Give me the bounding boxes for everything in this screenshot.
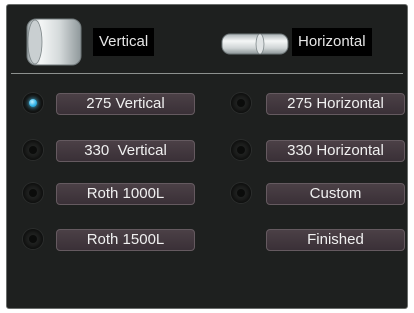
horizontal-tank-icon (221, 33, 289, 55)
vertical-tank-icon (26, 18, 82, 66)
option-275-horizontal[interactable]: 275 Horizontal (266, 93, 405, 115)
radio-roth-1500l[interactable] (23, 229, 43, 249)
radio-indicator (29, 235, 37, 243)
radio-indicator (29, 99, 37, 107)
option-roth-1500l[interactable]: Roth 1500L (56, 229, 195, 251)
radio-275-vertical[interactable] (23, 93, 43, 113)
radio-275-horizontal[interactable] (231, 93, 251, 113)
vertical-type-label: Vertical (93, 28, 155, 56)
radio-roth-1000l[interactable] (23, 183, 43, 203)
radio-330-vertical[interactable] (23, 140, 43, 160)
option-roth-1000l[interactable]: Roth 1000L (56, 183, 195, 205)
radio-330-horizontal[interactable] (231, 140, 251, 160)
option-275-vertical[interactable]: 275 Vertical (56, 93, 195, 115)
horizontal-type-label: Horizontal (292, 28, 372, 56)
radio-custom[interactable] (231, 183, 251, 203)
radio-indicator (29, 146, 37, 154)
radio-indicator (237, 99, 245, 107)
radio-indicator (29, 189, 37, 197)
tank-selector-panel: Vertical Horizontal 275 Vertical 330 Ver… (6, 4, 408, 309)
header-divider (11, 73, 403, 74)
option-330-horizontal[interactable]: 330 Horizontal (266, 140, 405, 162)
radio-indicator (237, 146, 245, 154)
option-330-vertical[interactable]: 330 Vertical (56, 140, 195, 162)
tank-type-header: Vertical Horizontal (7, 5, 407, 72)
option-custom[interactable]: Custom (266, 183, 405, 205)
finished-button[interactable]: Finished (266, 229, 405, 251)
radio-indicator (237, 189, 245, 197)
